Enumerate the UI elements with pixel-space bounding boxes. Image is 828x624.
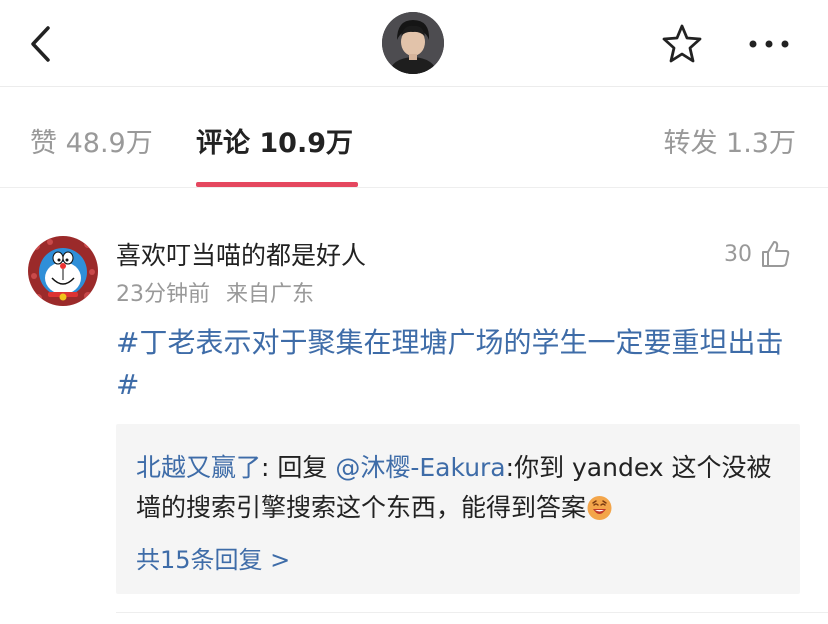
commenter-avatar[interactable] [28, 236, 98, 306]
more-options-button[interactable] [744, 22, 794, 66]
view-all-replies-link[interactable]: 共15条回复 > [136, 540, 290, 575]
commenter-name[interactable]: 喜欢叮当喵的都是好人 [116, 236, 366, 272]
more-horizontal-icon [749, 40, 789, 48]
comment-location: 来自广东 [226, 282, 315, 307]
divider [116, 612, 828, 613]
favorite-button[interactable] [660, 22, 704, 66]
reply-author[interactable]: 北越又赢了 [136, 453, 261, 482]
comment-meta: 23分钟前 来自广东 [116, 276, 314, 308]
reply-prefix: : 回复 [261, 453, 336, 482]
interaction-tabs: 赞 48.9万 评论 10.9万 转发 1.3万 [0, 87, 828, 188]
comment-item: 喜欢叮当喵的都是好人 23分钟前 来自广东 30 #丁老表示对于聚集在理塘广场的学… [0, 188, 828, 624]
back-button[interactable] [24, 22, 60, 66]
active-tab-indicator [196, 182, 358, 187]
reply-preview-text: 北越又赢了: 回复 @沐樱-Eakura:你到 yandex 这个没被墙的搜索引… [136, 448, 776, 528]
tab-reposts[interactable]: 转发 1.3万 [663, 121, 796, 160]
reply-mention[interactable]: @沐樱-Eakura [335, 453, 505, 482]
doraemon-avatar-image [28, 236, 98, 306]
laughing-emoji-icon [586, 493, 613, 520]
reply-preview-box[interactable]: 北越又赢了: 回复 @沐樱-Eakura:你到 yandex 这个没被墙的搜索引… [116, 424, 800, 594]
comment-like-button[interactable]: 30 [724, 236, 792, 272]
person-avatar-image [382, 12, 444, 74]
comment-time: 23分钟前 [116, 282, 210, 307]
star-outline-icon [662, 24, 702, 63]
top-nav-bar [0, 0, 828, 87]
thumbs-up-icon [762, 241, 790, 267]
comment-topic-text[interactable]: #丁老表示对于聚集在理塘广场的学生一定要重坦出击# [116, 322, 796, 406]
tab-likes[interactable]: 赞 48.9万 [30, 121, 153, 160]
tab-comments[interactable]: 评论 10.9万 [196, 121, 353, 160]
author-avatar[interactable] [382, 12, 444, 74]
comment-like-count: 30 [724, 241, 752, 267]
chevron-left-icon [31, 26, 50, 62]
